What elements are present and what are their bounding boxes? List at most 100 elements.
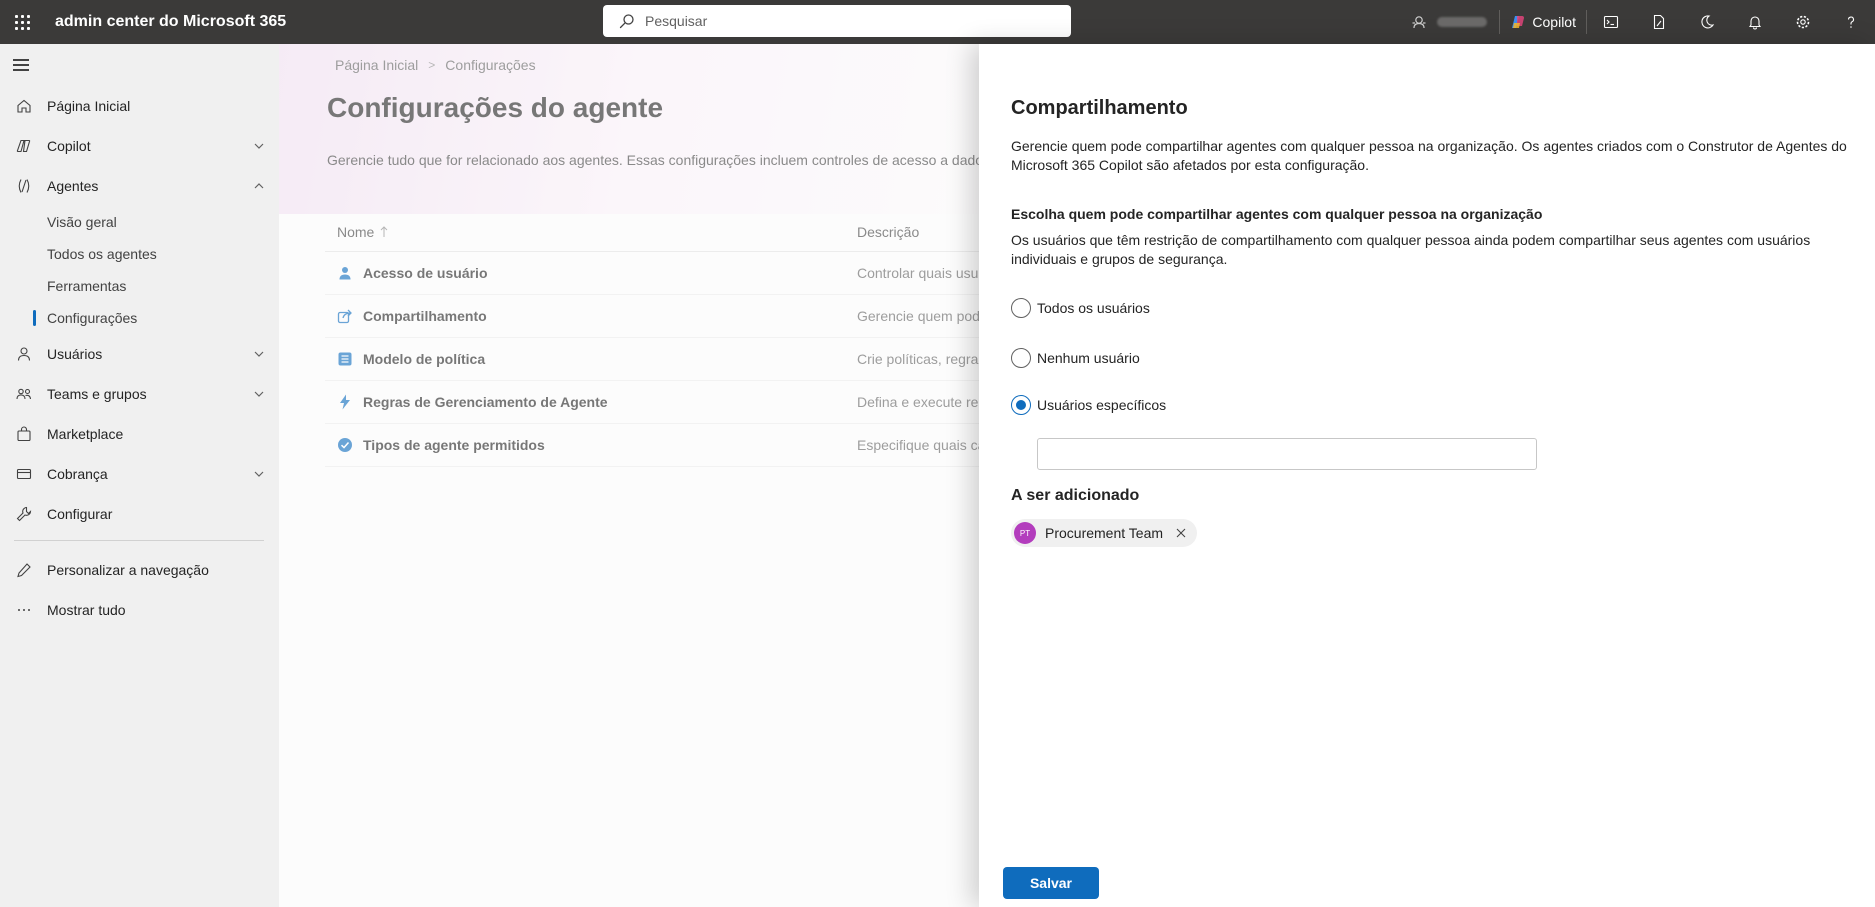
settings-button[interactable] bbox=[1779, 0, 1827, 44]
dark-mode-button[interactable] bbox=[1683, 0, 1731, 44]
breadcrumb: Página Inicial > Configurações bbox=[335, 57, 536, 73]
subnav-item-tools[interactable]: Ferramentas bbox=[0, 270, 279, 302]
radio-specific-users[interactable]: Usuários específicos bbox=[1011, 393, 1166, 417]
panel-title: Compartilhamento bbox=[1011, 97, 1188, 119]
nav-label: Marketplace bbox=[47, 426, 124, 442]
breadcrumb-current: Configurações bbox=[445, 57, 536, 73]
list-icon bbox=[338, 352, 352, 366]
row-description: Crie políticas, regra bbox=[857, 351, 979, 367]
nav-item-show-all[interactable]: Mostrar tudo bbox=[0, 590, 279, 630]
search-input[interactable] bbox=[645, 13, 1045, 29]
subnav-label: Ferramentas bbox=[47, 278, 127, 294]
copilot-logo-icon bbox=[1512, 16, 1525, 28]
nav-item-customize[interactable]: Personalizar a navegação bbox=[0, 550, 279, 590]
page-title: Configurações do agente bbox=[327, 92, 664, 123]
radio-button[interactable] bbox=[1011, 298, 1031, 318]
nav-item-teams-groups[interactable]: Teams e grupos bbox=[0, 374, 279, 414]
more-icon bbox=[17, 609, 30, 611]
help-icon bbox=[1847, 16, 1854, 28]
copilot-button[interactable]: Copilot bbox=[1500, 0, 1586, 44]
document-edit-icon bbox=[1653, 14, 1665, 30]
section-description: Os usuários que têm restrição de compart… bbox=[1011, 232, 1811, 267]
radio-no-users[interactable]: Nenhum usuário bbox=[1011, 346, 1140, 370]
nav-label: Cobrança bbox=[47, 466, 108, 482]
card-icon bbox=[16, 468, 31, 480]
chevron-up-icon bbox=[254, 183, 264, 189]
nav-item-billing[interactable]: Cobrança bbox=[0, 454, 279, 494]
app-title[interactable]: admin center do Microsoft 365 bbox=[55, 13, 286, 31]
nav-label: Configurar bbox=[47, 506, 113, 522]
column-header-description[interactable]: Descrição bbox=[857, 224, 919, 240]
breadcrumb-separator-icon: > bbox=[428, 58, 436, 72]
row-description: Defina e execute re bbox=[857, 394, 979, 410]
nav-item-copilot[interactable]: Copilot bbox=[0, 126, 279, 166]
nav-item-agents[interactable]: Agentes bbox=[0, 166, 279, 206]
row-description: Gerencie quem pod bbox=[857, 308, 980, 324]
nav-label: Copilot bbox=[47, 138, 91, 154]
page-description: Gerencie tudo que for relacionado aos ag… bbox=[327, 152, 994, 168]
subnav-label: Todos os agentes bbox=[47, 246, 157, 262]
sharing-settings-panel: Compartilhamento Gerencie quem pode comp… bbox=[979, 44, 1875, 907]
person-icon bbox=[339, 267, 351, 280]
top-bar: admin center do Microsoft 365 Copilo bbox=[0, 0, 1875, 44]
subnav-item-all-agents[interactable]: Todos os agentes bbox=[0, 238, 279, 270]
notifications-button[interactable] bbox=[1731, 0, 1779, 44]
remove-chip-button[interactable] bbox=[1173, 525, 1189, 541]
people-icon bbox=[15, 388, 31, 400]
home-icon bbox=[16, 99, 31, 113]
document-button[interactable] bbox=[1635, 0, 1683, 44]
gear-icon bbox=[1796, 15, 1810, 29]
row-name: Compartilhamento bbox=[363, 308, 487, 324]
pencil-icon bbox=[16, 563, 31, 578]
nav-label: Teams e grupos bbox=[47, 386, 147, 402]
subnav-label: Visão geral bbox=[47, 214, 117, 230]
nav-item-users[interactable]: Usuários bbox=[0, 334, 279, 374]
collapse-nav-button[interactable] bbox=[13, 59, 31, 75]
share-icon bbox=[337, 309, 352, 324]
subnav-item-settings[interactable]: Configurações bbox=[0, 302, 279, 334]
search-box[interactable] bbox=[603, 5, 1071, 37]
nav-label: Mostrar tudo bbox=[47, 602, 126, 618]
nav-label: Usuários bbox=[47, 346, 103, 362]
breadcrumb-home-link[interactable]: Página Inicial bbox=[335, 57, 418, 73]
radio-label: Todos os usuários bbox=[1037, 300, 1150, 316]
nav-label: Página Inicial bbox=[47, 98, 131, 114]
user-group-picker-input[interactable] bbox=[1037, 438, 1537, 470]
nav-label: Personalizar a navegação bbox=[47, 562, 209, 578]
radio-label: Nenhum usuário bbox=[1037, 350, 1140, 366]
subnav-item-overview[interactable]: Visão geral bbox=[0, 206, 279, 238]
chip-label: Procurement Team bbox=[1045, 525, 1164, 541]
sort-ascending-icon bbox=[381, 225, 388, 237]
waffle-icon bbox=[14, 14, 30, 30]
bag-icon bbox=[16, 426, 31, 442]
radio-button-selected[interactable] bbox=[1011, 395, 1031, 415]
radio-button[interactable] bbox=[1011, 348, 1031, 368]
save-button[interactable]: Salvar bbox=[1003, 867, 1099, 899]
terminal-icon bbox=[1603, 15, 1619, 29]
column-header-name[interactable]: Nome bbox=[325, 224, 857, 240]
column-header-label: Nome bbox=[337, 223, 375, 240]
to-be-added-heading: A ser adicionado bbox=[1011, 487, 1140, 504]
nav-item-marketplace[interactable]: Marketplace bbox=[0, 414, 279, 454]
flash-icon bbox=[340, 394, 350, 410]
copilot-icon bbox=[16, 139, 30, 153]
close-icon bbox=[1176, 528, 1186, 538]
chevron-down-icon bbox=[254, 391, 264, 397]
help-button[interactable] bbox=[1827, 0, 1875, 44]
radio-all-users[interactable]: Todos os usuários bbox=[1011, 296, 1150, 320]
person-icon bbox=[17, 347, 30, 361]
app-launcher-button[interactable] bbox=[0, 0, 44, 44]
active-indicator bbox=[33, 310, 36, 326]
section-label: Escolha quem pode compartilhar agentes c… bbox=[1011, 206, 1543, 222]
chevron-down-icon bbox=[254, 351, 264, 357]
nav-item-setup[interactable]: Configurar bbox=[0, 494, 279, 534]
agents-icon bbox=[18, 179, 29, 193]
bell-icon bbox=[1748, 16, 1762, 30]
added-group-chip: PT Procurement Team bbox=[1011, 519, 1198, 547]
row-name: Modelo de política bbox=[363, 351, 486, 367]
nav-divider bbox=[14, 540, 264, 541]
tenant-switcher[interactable] bbox=[1403, 0, 1499, 44]
nav-item-home[interactable]: Página Inicial bbox=[0, 86, 279, 126]
wrench-icon bbox=[16, 506, 31, 522]
terminal-button[interactable] bbox=[1587, 0, 1635, 44]
